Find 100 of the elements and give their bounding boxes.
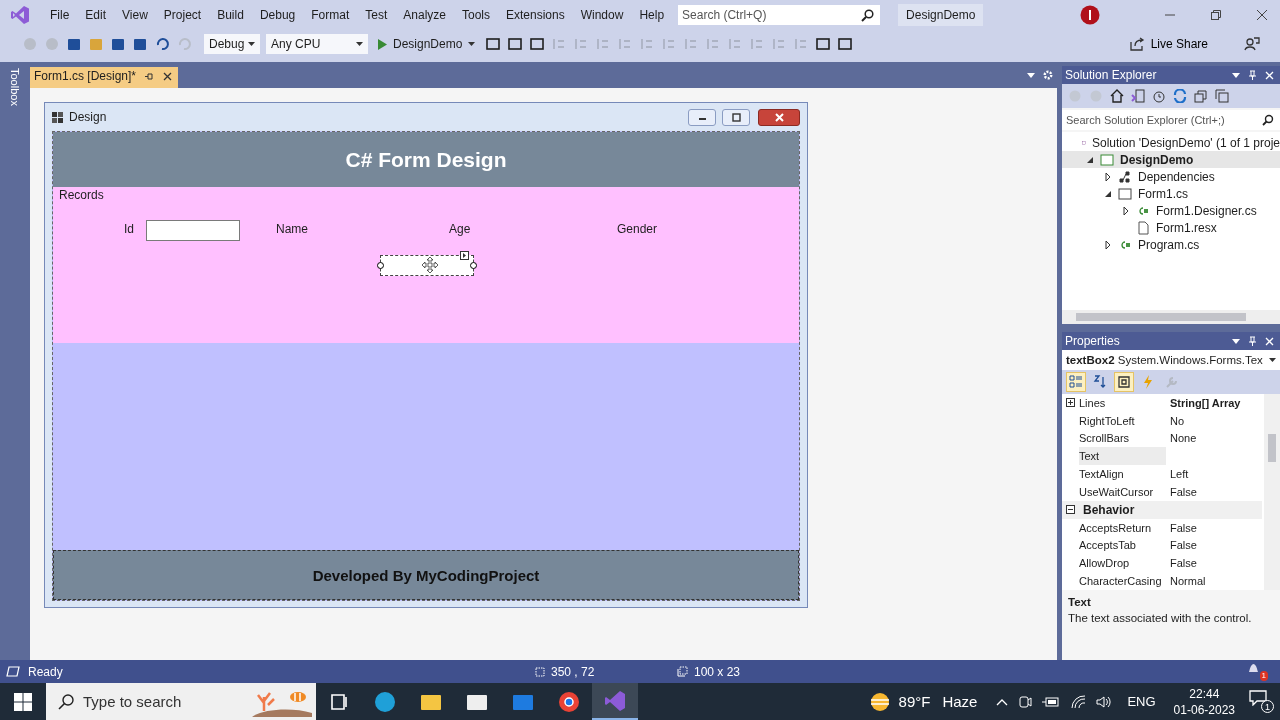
close-button[interactable] [758, 108, 800, 126]
platform-dropdown[interactable]: Any CPU [266, 34, 368, 54]
properties-button[interactable] [1114, 372, 1134, 392]
property-name[interactable]: AcceptsTab [1079, 536, 1166, 555]
weather-icon [868, 690, 891, 713]
dropdown-icon[interactable] [1232, 72, 1240, 78]
vs-taskbar-icon[interactable] [592, 683, 638, 720]
tree-item[interactable]: Form1.resx [1062, 219, 1280, 236]
notification-bell[interactable]: 1 [1247, 662, 1268, 681]
tree-item[interactable]: Dependencies [1062, 168, 1280, 185]
property-name[interactable]: ScrollBars [1079, 429, 1166, 448]
battery-icon[interactable] [1042, 695, 1061, 708]
property-name[interactable]: UseWaitCursor [1079, 483, 1166, 501]
menu-item[interactable]: Debug [251, 8, 304, 22]
configuration-dropdown[interactable]: Debug [204, 34, 260, 54]
property-name[interactable]: Text [1079, 447, 1166, 466]
home-icon[interactable] [1110, 89, 1124, 103]
property-name[interactable]: Lines [1079, 394, 1166, 412]
gear-icon[interactable] [1043, 70, 1053, 80]
collapsed-icon[interactable] [1104, 240, 1112, 249]
property-name[interactable]: CharacterCasing [1079, 572, 1166, 590]
tree-item[interactable]: Form1.Designer.cs [1062, 202, 1280, 219]
maximize-button[interactable] [722, 108, 750, 126]
minimize-button[interactable] [688, 108, 716, 126]
tree-item[interactable]: Form1.cs [1062, 185, 1280, 202]
property-value[interactable]: False [1166, 536, 1262, 555]
property-name[interactable]: TextAlign [1079, 465, 1166, 483]
pin-icon[interactable] [1248, 336, 1257, 346]
menu-item[interactable]: View [114, 8, 156, 22]
collapse-icon[interactable] [1066, 505, 1075, 515]
tree-item[interactable]: Solution 'DesignDemo' (1 of 1 proje [1062, 134, 1280, 151]
feedback-icon[interactable] [1244, 36, 1260, 52]
resx-icon [1136, 220, 1150, 235]
menu-item[interactable]: Edit [77, 8, 115, 22]
expand-icon[interactable] [1066, 398, 1075, 408]
taskbar-search-field[interactable]: Type to search [46, 683, 316, 720]
toolbox-tab[interactable]: Toolbox [9, 68, 21, 106]
expanded-icon[interactable] [1086, 155, 1094, 164]
move-icon[interactable] [421, 256, 439, 274]
document-tab[interactable]: Form1.cs [Design]* [30, 67, 179, 88]
pin-icon[interactable] [145, 71, 155, 81]
live-share-button[interactable]: Live Share [1125, 37, 1212, 51]
language-indicator[interactable]: ENG [1127, 694, 1156, 709]
property-value[interactable]: Left [1166, 465, 1262, 483]
menu-item[interactable]: Build [209, 8, 252, 22]
dropdown-icon[interactable] [1027, 72, 1035, 78]
text-box[interactable] [146, 220, 240, 241]
property-value[interactable]: None [1166, 429, 1262, 448]
menu-item[interactable]: Tools [454, 8, 498, 22]
category-row[interactable]: Behavior [1062, 500, 1262, 519]
undo-icon[interactable] [154, 36, 170, 52]
menu-item[interactable]: Format [303, 8, 358, 22]
collapsed-icon[interactable] [1122, 206, 1130, 215]
sync-icon[interactable] [1173, 89, 1187, 103]
expanded-icon[interactable] [1104, 189, 1112, 198]
tree-item[interactable]: DesignDemo [1062, 151, 1280, 168]
menu-item[interactable]: File [42, 8, 78, 22]
property-value[interactable]: String[] Array [1166, 394, 1262, 412]
menu-item[interactable]: Project [155, 8, 210, 22]
menu-item[interactable]: Analyze [395, 8, 454, 22]
search-field[interactable]: Search (Ctrl+Q) [678, 5, 881, 25]
property-value[interactable]: False [1166, 483, 1262, 501]
property-value[interactable]: Normal [1166, 572, 1262, 590]
search-field[interactable]: Search Solution Explorer (Ctrl+;) [1062, 110, 1280, 130]
clock[interactable]: 22:44 01-06-2023 [1173, 685, 1235, 718]
property-value[interactable]: No [1166, 411, 1262, 430]
profile-icon[interactable] [1080, 5, 1100, 25]
copy-icon[interactable] [1215, 89, 1229, 103]
close-icon[interactable] [163, 71, 173, 81]
property-value[interactable]: False [1166, 518, 1262, 537]
tree-item[interactable]: Program.cs [1062, 236, 1280, 253]
property-name[interactable]: AllowDrop [1079, 554, 1166, 573]
property-value[interactable]: False [1166, 554, 1262, 573]
property-name[interactable]: RightToLeft [1079, 411, 1166, 430]
smart-tag-icon[interactable] [460, 251, 469, 260]
pin-icon[interactable] [1248, 70, 1257, 80]
volume-icon[interactable] [1096, 694, 1113, 709]
close-icon[interactable] [1256, 9, 1268, 21]
property-name[interactable]: AcceptsReturn [1079, 518, 1166, 537]
switch-views-icon[interactable] [1131, 89, 1145, 103]
wifi-icon[interactable] [1070, 694, 1087, 709]
vertical-scrollbar[interactable] [1264, 394, 1280, 590]
history-icon[interactable] [1152, 89, 1166, 103]
notification-center-button[interactable]: 1 [1249, 690, 1274, 713]
menu-item[interactable]: Window [572, 8, 632, 22]
description-title: Text [1068, 596, 1092, 608]
object-selector[interactable]: textBox2 System.Windows.Forms.Tex [1062, 350, 1280, 370]
menu-item[interactable]: Test [357, 8, 396, 22]
chevron-up-icon[interactable] [996, 697, 1009, 706]
collapsed-icon[interactable] [1104, 172, 1112, 181]
menu-item[interactable]: Extensions [498, 8, 573, 22]
start-button[interactable]: DesignDemo [374, 37, 480, 51]
restore-icon[interactable] [1210, 9, 1222, 21]
message-icon [1249, 690, 1267, 706]
windows-start-icon[interactable] [14, 692, 32, 711]
dropdown-icon[interactable] [1232, 338, 1240, 344]
camera-icon[interactable] [1018, 694, 1033, 709]
horizontal-scrollbar[interactable] [1062, 310, 1280, 324]
notification-badge: 1 [1259, 671, 1268, 681]
menu-item[interactable]: Help [631, 8, 673, 22]
